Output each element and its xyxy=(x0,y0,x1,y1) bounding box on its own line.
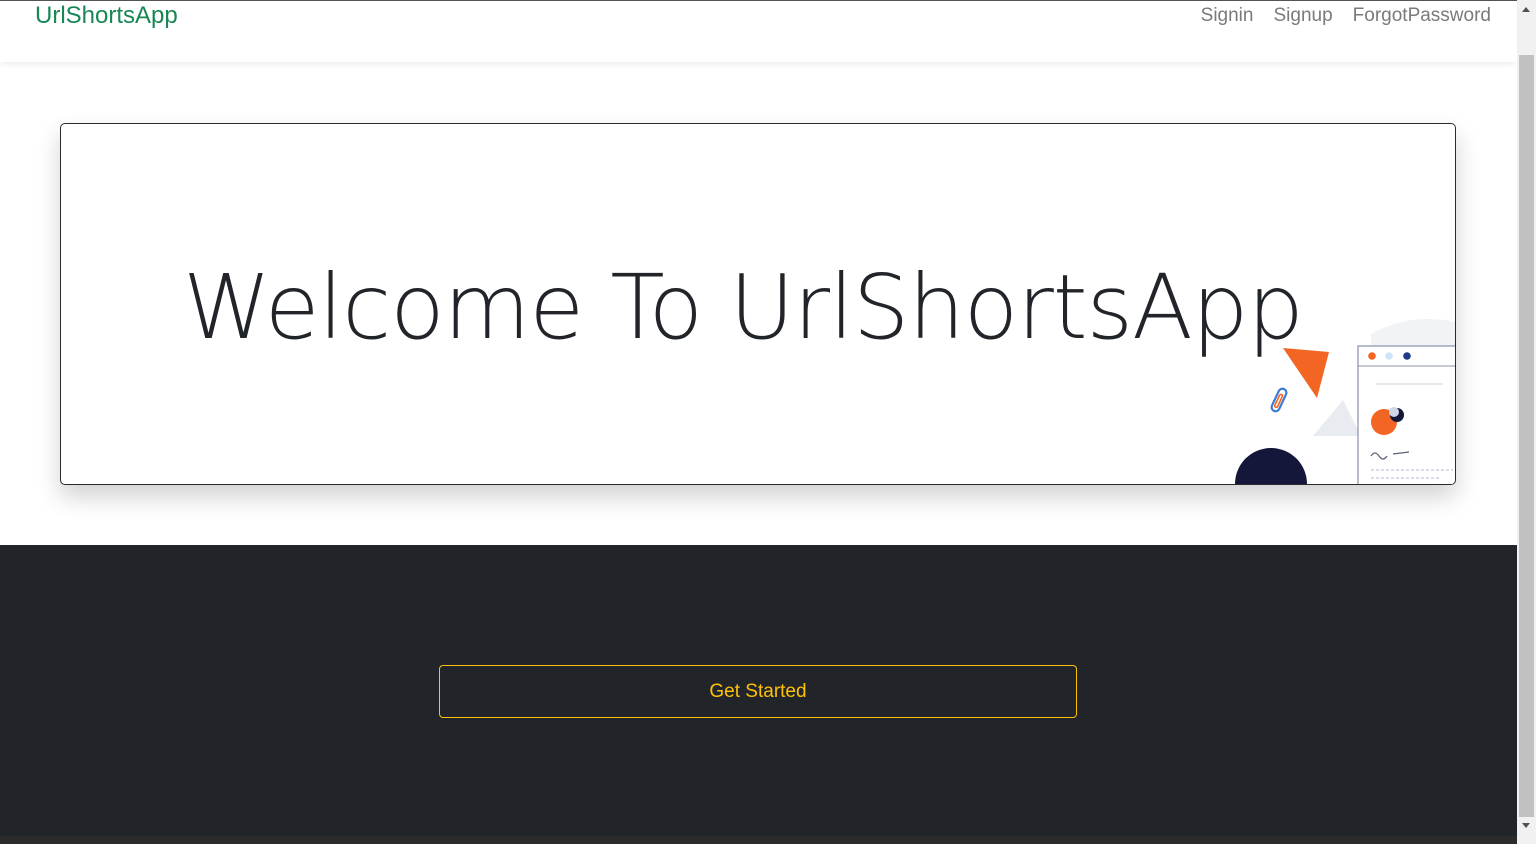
cta-section: Get Started xyxy=(0,545,1517,844)
nav-link-signup[interactable]: Signup xyxy=(1273,4,1332,28)
illustration-browser-window xyxy=(1357,345,1455,484)
bottom-strip xyxy=(0,836,1517,844)
scrollbar-thumb[interactable] xyxy=(1519,55,1534,817)
nav-links: Signin Signup ForgotPassword xyxy=(1201,4,1491,28)
vertical-scrollbar[interactable] xyxy=(1517,0,1536,844)
brand-link[interactable]: UrlShortsApp xyxy=(35,2,178,30)
top-navbar: UrlShortsApp Signin Signup ForgotPasswor… xyxy=(0,1,1517,62)
nav-link-signin[interactable]: Signin xyxy=(1201,4,1254,28)
illustration-grey-triangle xyxy=(1313,400,1361,436)
scroll-down-icon[interactable] xyxy=(1522,823,1530,828)
illustration-navy-circle xyxy=(1235,448,1307,484)
nav-link-forgot-password[interactable]: ForgotPassword xyxy=(1353,4,1491,28)
hero-illustration xyxy=(1235,318,1455,484)
illustration-orange-triangle xyxy=(1283,348,1329,398)
hero-card: Welcome To UrlShortsApp xyxy=(60,123,1456,485)
scroll-up-icon[interactable] xyxy=(1522,7,1530,12)
hero-title: Welcome To UrlShortsApp xyxy=(183,255,1304,359)
get-started-button[interactable]: Get Started xyxy=(439,665,1077,718)
page-viewport: UrlShortsApp Signin Signup ForgotPasswor… xyxy=(0,0,1517,844)
paperclip-icon xyxy=(1270,387,1288,413)
